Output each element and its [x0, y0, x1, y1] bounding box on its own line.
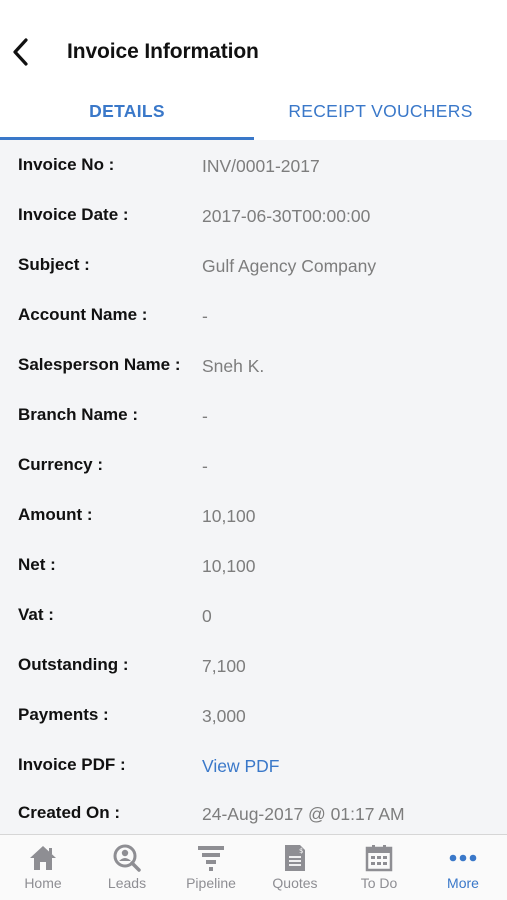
field-row-salesperson-name: Salesperson Name : Sneh K. [0, 355, 507, 405]
field-row-created-on: Created On : 24-Aug-2017 @ 01:17 AM [0, 803, 507, 834]
field-value: - [202, 456, 208, 476]
tab-label: Home [24, 875, 62, 891]
invoice-details-list: Invoice No : INV/0001-2017 Invoice Date … [0, 140, 507, 834]
field-label: Account Name : [18, 305, 148, 324]
field-row-payments: Payments : 3,000 [0, 705, 507, 755]
view-pdf-link[interactable]: View PDF [202, 756, 279, 777]
bottom-tab-bar: Home Leads Pipeline $ Quotes To Do More [0, 834, 507, 900]
chevron-left-icon [13, 38, 28, 66]
field-label: Created On : [18, 803, 121, 822]
field-value: - [202, 406, 208, 426]
tab-label: To Do [360, 875, 398, 891]
home-icon [30, 846, 56, 870]
tab-leads[interactable]: Leads [85, 835, 169, 900]
field-value: 3,000 [202, 706, 246, 726]
tab-quotes[interactable]: $ Quotes [253, 835, 337, 900]
svg-text:$: $ [299, 847, 303, 855]
pipeline-funnel-icon [198, 846, 224, 871]
field-value: 7,100 [202, 656, 246, 676]
tab-more[interactable]: More [421, 835, 505, 900]
leads-icon [113, 844, 141, 872]
field-row-amount: Amount : 10,100 [0, 505, 507, 555]
tab-pipeline[interactable]: Pipeline [169, 835, 253, 900]
field-label: Salesperson Name : [18, 355, 181, 374]
field-label: Vat : [18, 605, 54, 624]
field-value: 0 [202, 606, 212, 626]
field-value: Sneh K. [202, 356, 265, 376]
tab-label: Leads [107, 875, 147, 891]
field-value: INV/0001-2017 [202, 156, 320, 176]
field-row-branch-name: Branch Name : - [0, 405, 507, 455]
field-label: Amount : [18, 505, 93, 524]
tab-bar-top: DETAILS RECEIPT VOUCHERS [0, 82, 507, 140]
field-value: 2017-06-30T00:00:00 [202, 206, 371, 226]
tab-label: Quotes [272, 875, 318, 891]
field-label: Invoice No : [18, 155, 115, 174]
field-label: Invoice Date : [18, 205, 129, 224]
page-title: Invoice Information [67, 40, 259, 63]
field-row-subject: Subject : Gulf Agency Company [0, 255, 507, 305]
field-row-vat: Vat : 0 [0, 605, 507, 655]
tab-todo[interactable]: To Do [337, 835, 421, 900]
field-value: - [202, 306, 208, 326]
field-row-outstanding: Outstanding : 7,100 [0, 655, 507, 705]
field-value: Gulf Agency Company [202, 256, 377, 276]
calendar-icon [365, 845, 393, 872]
field-row-net: Net : 10,100 [0, 555, 507, 605]
field-value: 10,100 [202, 556, 256, 576]
field-label: Branch Name : [18, 405, 138, 424]
tab-home[interactable]: Home [1, 835, 85, 900]
field-row-invoice-date: Invoice Date : 2017-06-30T00:00:00 [0, 205, 507, 255]
field-row-invoice-pdf: Invoice PDF : View PDF [0, 755, 507, 805]
field-label: Net : [18, 555, 56, 574]
header: Invoice Information [0, 0, 507, 82]
quotes-document-icon: $ [285, 845, 305, 871]
field-row-account-name: Account Name : - [0, 305, 507, 355]
tab-label: Pipeline [186, 875, 236, 891]
tab-details[interactable]: DETAILS [0, 82, 254, 140]
field-value: 10,100 [202, 506, 256, 526]
field-label: Payments : [18, 705, 109, 724]
tab-label: More [447, 875, 479, 891]
field-label: Invoice PDF : [18, 755, 126, 774]
field-value: 24-Aug-2017 @ 01:17 AM [202, 804, 405, 824]
field-row-currency: Currency : - [0, 455, 507, 505]
field-label: Subject : [18, 255, 90, 274]
field-label: Outstanding : [18, 655, 129, 674]
back-button[interactable] [6, 34, 38, 70]
field-row-invoice-no: Invoice No : INV/0001-2017 [0, 155, 507, 205]
field-label: Currency : [18, 455, 104, 474]
tab-receipt-vouchers[interactable]: RECEIPT VOUCHERS [254, 82, 507, 140]
more-dots-icon [449, 854, 477, 862]
